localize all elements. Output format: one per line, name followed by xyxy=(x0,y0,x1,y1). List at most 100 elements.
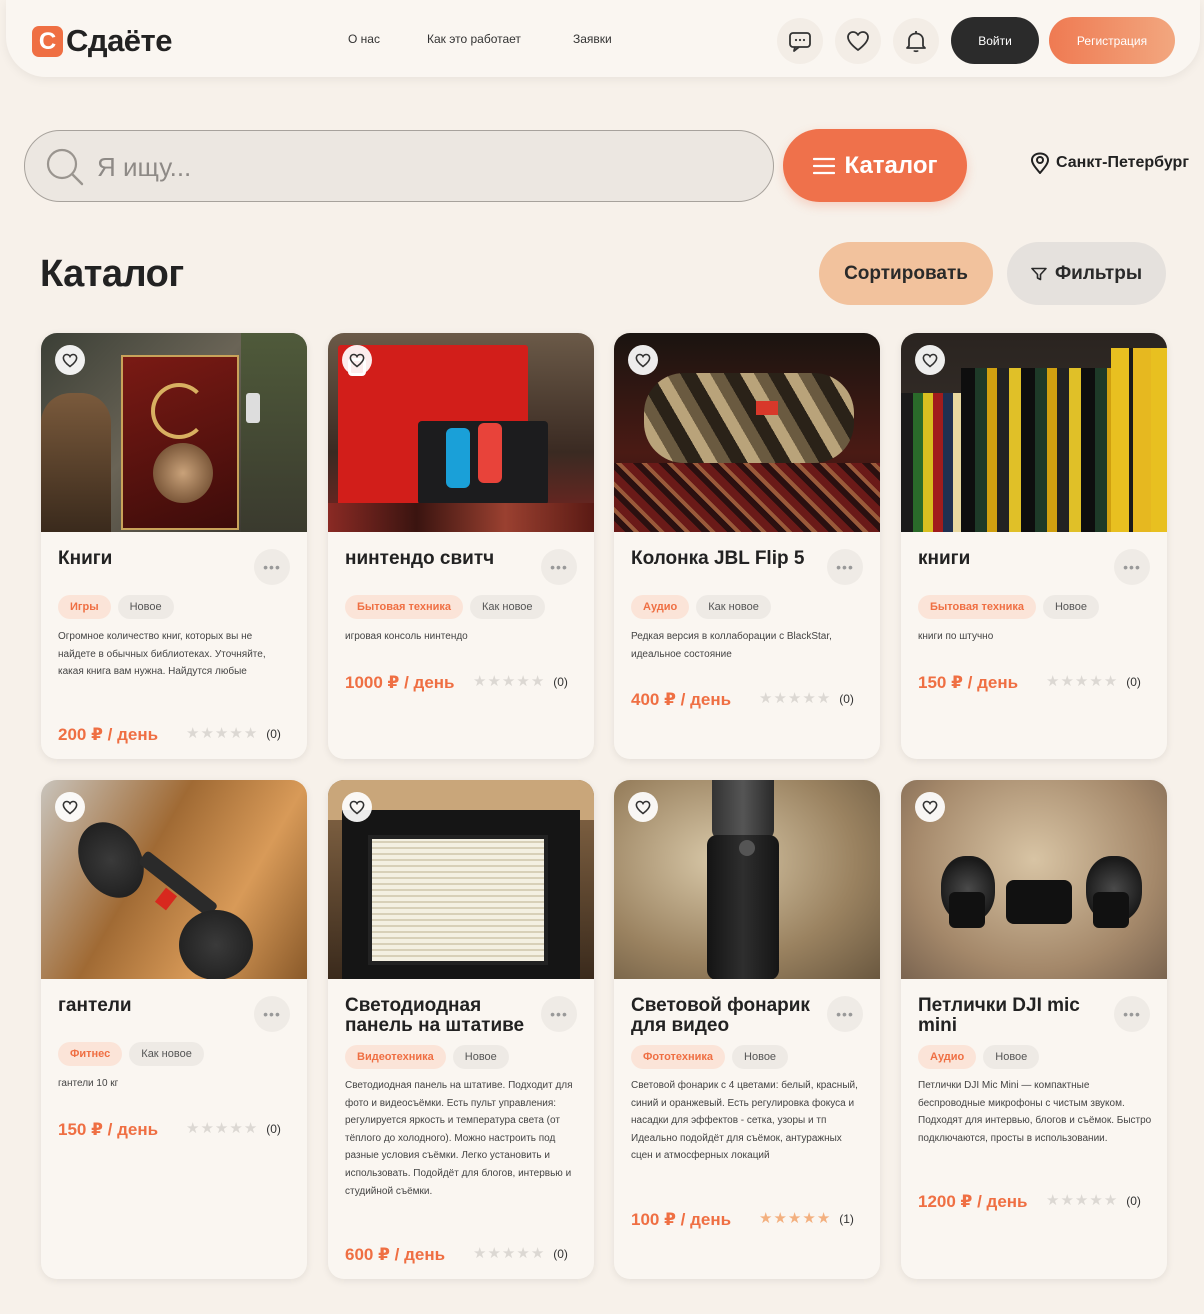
location-label: Санкт-Петербург xyxy=(1056,154,1189,171)
favorite-toggle[interactable] xyxy=(915,345,945,375)
product-title[interactable]: Колонка JBL Flip 5 xyxy=(631,549,821,569)
product-title[interactable]: гантели xyxy=(58,996,248,1016)
product-tags: Аудио Новое xyxy=(918,1045,1040,1069)
review-count: (1) xyxy=(839,1211,854,1226)
top-header: С Сдаёте О нас Как это работает Заявки В… xyxy=(6,0,1200,77)
star-icon: ★ xyxy=(1074,673,1089,690)
star-icon: ★ xyxy=(516,1245,530,1262)
favorites-button[interactable] xyxy=(835,18,881,64)
product-title[interactable]: книги xyxy=(918,549,1108,569)
star-icon: ★ xyxy=(487,1245,501,1262)
star-icon: ★ xyxy=(473,673,487,690)
star-icon: ★ xyxy=(186,725,200,742)
product-title[interactable]: Светодиодная панель на штативе xyxy=(345,996,535,1036)
more-dots-icon: ••• xyxy=(550,1006,568,1022)
star-icon: ★ xyxy=(1046,1192,1060,1209)
product-rating: ★ ★ ★ ★ ★ (0) xyxy=(473,1246,568,1261)
review-count: (0) xyxy=(553,1246,568,1261)
product-description: книги по штучно xyxy=(918,631,994,642)
star-icon: ★ xyxy=(501,673,516,690)
star-icon: ★ xyxy=(243,725,258,742)
product-card[interactable]: нинтендо свитч ••• Бытовая техника Как н… xyxy=(328,333,594,759)
category-badge: Видеотехника xyxy=(345,1045,446,1069)
rating-stars: ★ ★ ★ ★ ★ xyxy=(473,1246,544,1261)
messages-button[interactable] xyxy=(777,18,823,64)
more-options-button[interactable]: ••• xyxy=(254,996,290,1032)
more-options-button[interactable]: ••• xyxy=(827,996,863,1032)
favorite-toggle[interactable] xyxy=(628,345,658,375)
star-icon: ★ xyxy=(773,1210,787,1227)
filter-button[interactable]: Фильтры xyxy=(1007,242,1166,305)
star-icon: ★ xyxy=(816,690,831,707)
heart-icon xyxy=(922,800,938,815)
rating-stars: ★ ★ ★ ★ ★ xyxy=(473,674,544,689)
product-description: Светодиодная панель на штативе. Подходит… xyxy=(345,1080,573,1197)
favorite-toggle[interactable] xyxy=(55,792,85,822)
product-card[interactable]: Книги ••• Игры Новое Огромное количество… xyxy=(41,333,307,759)
category-badge: Игры xyxy=(58,595,111,619)
location-selector[interactable]: Санкт-Петербург xyxy=(1030,152,1189,174)
star-icon: ★ xyxy=(1074,1192,1089,1209)
product-title[interactable]: Световой фонарик для видео xyxy=(631,996,821,1036)
search-input[interactable] xyxy=(97,149,737,185)
bell-icon xyxy=(906,31,926,53)
favorite-toggle[interactable] xyxy=(915,792,945,822)
star-icon: ★ xyxy=(530,673,545,690)
review-count: (0) xyxy=(553,674,568,689)
star-icon: ★ xyxy=(214,725,229,742)
condition-badge: Новое xyxy=(1042,595,1100,619)
product-price: 150 ₽ / день xyxy=(58,1120,159,1139)
catalog-button[interactable]: Каталог xyxy=(783,129,967,202)
favorite-toggle[interactable] xyxy=(55,345,85,375)
star-icon: ★ xyxy=(473,1245,487,1262)
product-tags: Бытовая техника Как новое xyxy=(345,595,545,619)
burger-icon xyxy=(812,157,835,174)
login-button[interactable]: Войти xyxy=(951,17,1039,64)
search-bar[interactable] xyxy=(24,130,774,202)
favorite-toggle[interactable] xyxy=(342,792,372,822)
favorite-toggle[interactable] xyxy=(628,792,658,822)
more-options-button[interactable]: ••• xyxy=(541,549,577,585)
more-options-button[interactable]: ••• xyxy=(541,996,577,1032)
filter-button-label: Фильтры xyxy=(1054,262,1143,284)
logo[interactable]: С Сдаёте xyxy=(32,23,172,58)
product-card[interactable]: гантели ••• Фитнес Как новое гантели 10 … xyxy=(41,780,307,1279)
nav-link-how-it-works[interactable]: Как это работает xyxy=(427,32,521,46)
heart-icon xyxy=(62,353,78,368)
star-icon: ★ xyxy=(802,1210,816,1227)
category-badge: Фототехника xyxy=(631,1045,726,1069)
star-icon: ★ xyxy=(1060,673,1074,690)
favorite-toggle[interactable] xyxy=(342,345,372,375)
product-card[interactable]: Петлички DJI mic mini ••• Аудио Новое Пе… xyxy=(901,780,1167,1279)
condition-badge: Новое xyxy=(452,1045,509,1069)
product-title[interactable]: Книги xyxy=(58,549,248,569)
heart-icon xyxy=(635,353,651,368)
heart-icon xyxy=(847,31,869,51)
category-badge: Бытовая техника xyxy=(345,595,463,619)
product-card[interactable]: Световой фонарик для видео ••• Фототехни… xyxy=(614,780,880,1279)
nav-link-requests[interactable]: Заявки xyxy=(573,32,612,46)
product-card[interactable]: Светодиодная панель на штативе ••• Видео… xyxy=(328,780,594,1279)
more-options-button[interactable]: ••• xyxy=(1114,996,1150,1032)
product-tags: Аудио Как новое xyxy=(631,595,771,619)
product-title[interactable]: нинтендо свитч xyxy=(345,549,535,569)
star-icon: ★ xyxy=(759,690,773,707)
notifications-button[interactable] xyxy=(893,18,939,64)
register-button[interactable]: Регистрация xyxy=(1049,17,1175,64)
product-card[interactable]: Колонка JBL Flip 5 ••• Аудио Как новое Р… xyxy=(614,333,880,759)
nav-link-about[interactable]: О нас xyxy=(348,32,380,46)
star-icon: ★ xyxy=(1103,1192,1118,1209)
product-description: Световой фонарик с 4 цветами: белый, кра… xyxy=(631,1080,858,1162)
more-options-button[interactable]: ••• xyxy=(1114,549,1150,585)
product-card[interactable]: книги ••• Бытовая техника Новое книги по… xyxy=(901,333,1167,759)
product-price: 400 ₽ / день xyxy=(631,690,732,709)
category-badge: Аудио xyxy=(918,1045,977,1069)
sort-button[interactable]: Сортировать xyxy=(819,242,993,305)
star-icon: ★ xyxy=(501,1245,516,1262)
product-tags: Видеотехника Новое xyxy=(345,1045,509,1069)
more-options-button[interactable]: ••• xyxy=(827,549,863,585)
more-dots-icon: ••• xyxy=(263,1006,281,1022)
more-options-button[interactable]: ••• xyxy=(254,549,290,585)
product-tags: Фототехника Новое xyxy=(631,1045,789,1069)
product-title[interactable]: Петлички DJI mic mini xyxy=(918,996,1108,1036)
